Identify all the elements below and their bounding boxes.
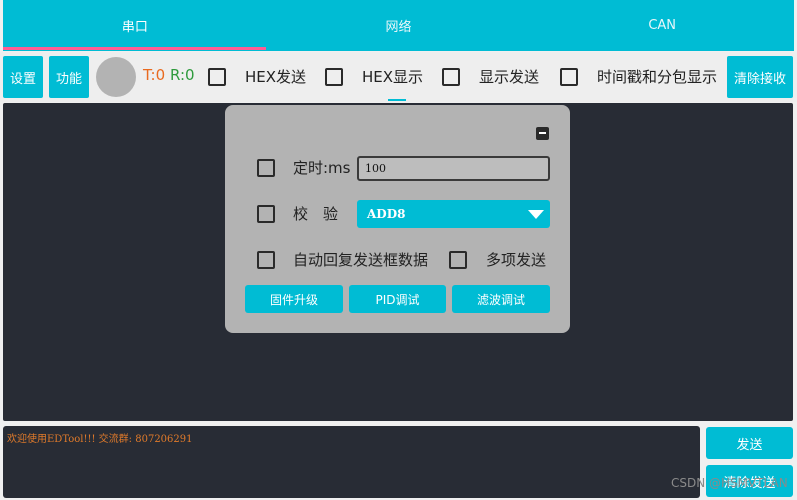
send-input[interactable]: 欢迎使用EDTool!!! 交流群: 807206291 [3, 426, 700, 498]
multi-send-checkbox[interactable] [449, 251, 467, 269]
pid-debug-button[interactable]: PID调试 [349, 285, 446, 313]
checksum-select[interactable]: ADD8 [357, 200, 550, 228]
function-button[interactable]: 功能 [49, 56, 89, 98]
filter-debug-button[interactable]: 滤波调试 [452, 285, 550, 313]
watermark: CSDN @HSMVTLAN [671, 476, 788, 490]
chevron-down-icon [528, 210, 544, 219]
active-tab-indicator [3, 47, 266, 50]
checksum-selected-value: ADD8 [367, 207, 406, 221]
settings-button[interactable]: 设置 [3, 56, 43, 98]
function-panel: 定时:ms 100 校 验 ADD8 自动回复发送框数据 多项发送 固件升级 P… [225, 105, 570, 333]
tab-can[interactable]: CAN [530, 0, 794, 51]
checksum-checkbox[interactable] [257, 205, 275, 223]
connection-status-indicator[interactable] [96, 57, 136, 97]
send-text: 欢迎使用EDTool!!! 交流群: 807206291 [7, 434, 193, 445]
send-button[interactable]: 发送 [706, 427, 793, 459]
timer-interval-input[interactable]: 100 [357, 156, 550, 181]
timer-checkbox[interactable] [257, 159, 275, 177]
toolbar: 设置 功能 T:0 R:0 HEX发送 HEX显示 显示发送 时间戳和分包显示 … [0, 52, 797, 102]
show-send-label: 显示发送 [479, 68, 540, 86]
rx-count: R:0 [170, 66, 195, 84]
hex-display-label: HEX显示 [362, 68, 424, 86]
tab-serial[interactable]: 串口 [3, 0, 267, 51]
timestamp-checkbox[interactable] [560, 68, 578, 86]
tab-bar: 串口 网络 CAN [3, 0, 794, 51]
clear-receive-button[interactable]: 清除接收 [727, 56, 793, 98]
tab-network[interactable]: 网络 [267, 0, 531, 51]
auto-reply-checkbox[interactable] [257, 251, 275, 269]
firmware-upgrade-button[interactable]: 固件升级 [245, 285, 343, 313]
checksum-label: 校 验 [293, 205, 339, 223]
show-send-checkbox[interactable] [442, 68, 460, 86]
timer-label: 定时:ms [293, 159, 351, 177]
hex-send-checkbox[interactable] [208, 68, 226, 86]
app-window: 串口 网络 CAN 设置 功能 T:0 R:0 HEX发送 HEX显示 显示发送… [0, 0, 797, 500]
tx-count: T:0 [143, 66, 166, 84]
timestamp-label: 时间戳和分包显示 [597, 68, 718, 86]
hex-display-checkbox[interactable] [325, 68, 343, 86]
focus-indicator [388, 99, 406, 101]
minimize-icon[interactable] [536, 127, 549, 140]
auto-reply-label: 自动回复发送框数据 [293, 251, 429, 269]
multi-send-label: 多项发送 [486, 251, 547, 269]
hex-send-label: HEX发送 [245, 68, 307, 86]
